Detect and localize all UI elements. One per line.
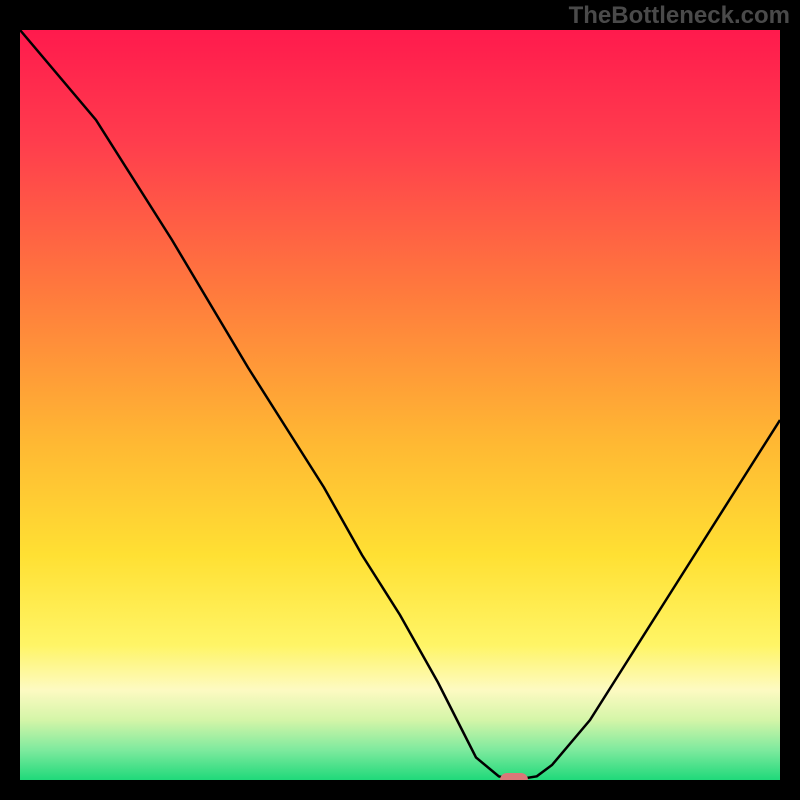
watermark-text: TheBottleneck.com bbox=[569, 2, 790, 30]
chart-container: TheBottleneck.com bbox=[0, 0, 800, 800]
optimal-marker bbox=[500, 773, 528, 780]
plot-area bbox=[20, 30, 780, 780]
chart-svg bbox=[20, 30, 780, 780]
gradient-background bbox=[20, 30, 780, 780]
